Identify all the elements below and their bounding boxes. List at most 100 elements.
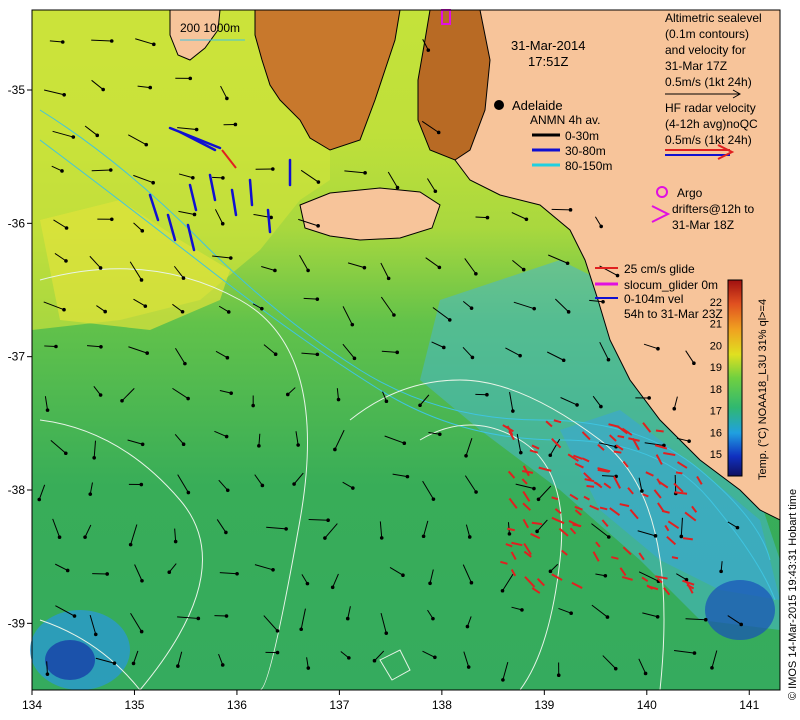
velocity-arrow-head (98, 393, 103, 397)
svg-text:HF radar velocity: HF radar velocity (665, 101, 756, 115)
velocity-arrow-head (703, 617, 708, 622)
velocity-arrow-head (599, 224, 603, 229)
velocity-arrow-head (518, 450, 523, 455)
velocity-arrow-head (192, 212, 197, 217)
cold-patch-sw-core (45, 640, 95, 680)
velocity-arrow-head (535, 529, 539, 534)
svg-text:0-30m: 0-30m (565, 129, 599, 143)
velocity-arrow-head (640, 489, 644, 493)
velocity-arrow-head (532, 306, 537, 311)
colorbar-tick-label: 15 (710, 449, 722, 461)
velocity-arrow-head (305, 581, 310, 586)
velocity-arrow-head (469, 306, 474, 310)
svg-text:54h to 31-Mar 23Z: 54h to 31-Mar 23Z (624, 307, 723, 321)
velocity-arrow-head (384, 631, 389, 635)
velocity-arrow-head (568, 208, 573, 212)
velocity-arrow-head (260, 483, 265, 488)
velocity-arrow-head (191, 175, 195, 180)
velocity-arrow-head (402, 441, 407, 446)
velocity-arrow-head (518, 353, 522, 358)
svg-text:(0.1m contours): (0.1m contours) (665, 27, 749, 41)
lon-tick-label: 135 (124, 698, 144, 712)
velocity-arrow-head (225, 96, 229, 101)
colorbar-tick-label: 18 (710, 384, 722, 396)
velocity-arrow-head (362, 265, 367, 270)
velocity-arrow-head (647, 396, 651, 400)
colorbar-tick-label: 17 (710, 406, 722, 418)
velocity-arrow-head (292, 482, 296, 486)
velocity-arrow-head (386, 276, 391, 281)
velocity-arrow-head (284, 527, 288, 531)
velocity-arrow-head (88, 492, 93, 496)
velocity-arrow-head (186, 490, 191, 495)
velocity-arrow-head (521, 267, 526, 272)
lon-tick-label: 136 (227, 698, 247, 712)
velocity-arrow-head (467, 535, 472, 539)
lon-tick-label: 134 (22, 698, 42, 712)
velocity-arrow-head (323, 536, 327, 540)
velocity-arrow-head (98, 266, 103, 270)
velocity-arrow-head (109, 39, 114, 43)
velocity-arrow-head (345, 616, 350, 621)
velocity-arrow-head (183, 361, 187, 366)
velocity-arrow-head (392, 313, 396, 317)
velocity-arrow-head (431, 616, 435, 621)
velocity-arrow-head (428, 581, 432, 586)
velocity-arrow-head (575, 403, 579, 407)
velocity-arrow-head (285, 392, 290, 397)
velocity-arrow-head (326, 518, 330, 523)
svg-text:(4-12h avg)noQC: (4-12h avg)noQC (665, 117, 758, 131)
velocity-arrow-head (71, 135, 76, 139)
svg-text:drifters@12h to: drifters@12h to (672, 202, 755, 216)
lon-tick-label: 138 (432, 698, 452, 712)
velocity-arrow-head (687, 439, 691, 443)
velocity-arrow-head (275, 650, 280, 655)
lon-tick-label: 141 (739, 698, 759, 712)
velocity-arrow-head (233, 122, 238, 127)
hf-radar-vector (671, 556, 679, 560)
velocity-arrow-head (225, 355, 230, 360)
velocity-arrow-head (196, 616, 201, 621)
velocity-arrow-head (653, 534, 658, 538)
velocity-arrow-head (37, 497, 42, 502)
velocity-arrow-head (485, 215, 490, 220)
velocity-arrow-head (336, 397, 341, 402)
velocity-arrow-head (181, 276, 186, 280)
velocity-arrow-head (273, 268, 277, 273)
svg-text:0-104m vel: 0-104m vel (624, 292, 683, 306)
velocity-arrow-head (62, 307, 66, 312)
velocity-arrow-head (93, 632, 98, 637)
velocity-arrow-head (221, 176, 225, 180)
velocity-arrow-head (167, 570, 172, 575)
velocity-arrow-head (120, 398, 124, 403)
velocity-arrow-head (57, 535, 62, 540)
velocity-arrow-head (431, 497, 436, 501)
velocity-arrow-head (54, 344, 58, 349)
colorbar-label: Temp. (°C) NOAA18_L3U 31% ql>=4 (757, 299, 769, 480)
velocity-arrow-head (532, 486, 536, 491)
velocity-arrow-head (405, 474, 410, 479)
velocity-arrow-head (112, 661, 117, 666)
velocity-arrow-head (719, 569, 723, 574)
velocity-arrow-head (395, 350, 400, 355)
velocity-arrow-head (62, 92, 66, 97)
velocity-arrow-head (176, 664, 180, 668)
velocity-arrow-head (520, 608, 524, 612)
velocity-arrow-head (470, 355, 475, 360)
velocity-arrow-head (45, 672, 50, 676)
svg-text:0.5m/s (1kt 24h): 0.5m/s (1kt 24h) (665, 75, 752, 89)
velocity-arrow-head (224, 614, 229, 618)
colorbar-tick-label: 16 (710, 427, 722, 439)
velocity-arrow-head (351, 486, 355, 490)
velocity-arrow-head (144, 142, 149, 147)
velocity-arrow-head (464, 453, 468, 458)
velocity-arrow-head (679, 534, 684, 539)
velocity-arrow-head (436, 130, 441, 135)
velocity-arrow-head (474, 271, 478, 276)
velocity-arrow-head (315, 297, 320, 301)
velocity-arrow-head (548, 453, 553, 458)
velocity-arrow-head (92, 455, 96, 460)
svg-text:80-150m: 80-150m (565, 159, 612, 173)
sst-map: Adelaide 200 1000m 31-Mar-2014 17:51Z Al… (8, 9, 799, 712)
velocity-arrow-head (442, 345, 446, 350)
